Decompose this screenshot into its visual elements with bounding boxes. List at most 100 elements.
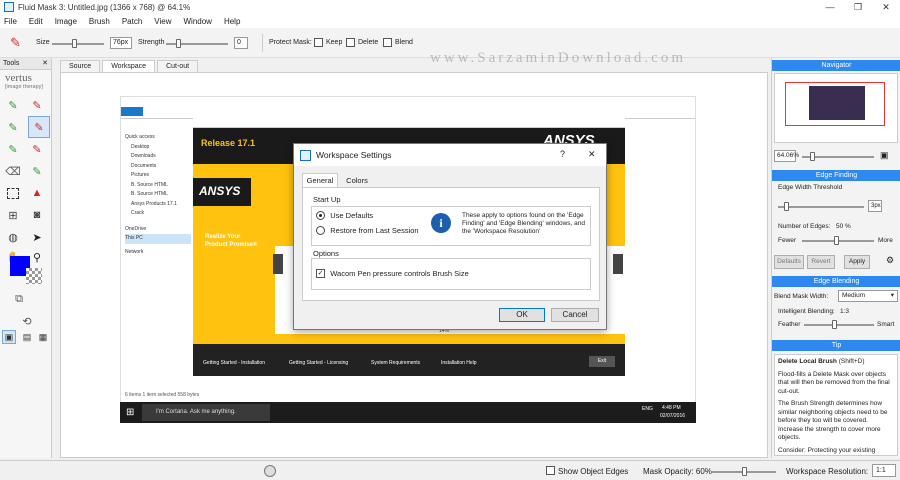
quad-view-icon[interactable]: ▦ — [36, 330, 50, 344]
feather-slider[interactable] — [804, 324, 874, 326]
dialog-help-button[interactable]: ? — [560, 149, 565, 159]
zoom-fit-icon[interactable]: ▣ — [880, 150, 889, 161]
wacom-checkbox[interactable]: ✓ — [316, 269, 325, 279]
blend-checkbox[interactable] — [383, 38, 392, 47]
single-view-icon[interactable]: ▣ — [2, 330, 16, 344]
zoom-slider-knob[interactable] — [810, 152, 815, 161]
menu-window[interactable]: Window — [184, 17, 212, 26]
blend-width-select[interactable]: Medium ▾ — [838, 290, 898, 302]
watermark: www.SarzaminDownload.com — [430, 50, 686, 66]
use-defaults-option[interactable]: Use Defaults — [316, 211, 373, 221]
transparency-swatch[interactable] — [26, 268, 42, 284]
dialog-close-button[interactable]: ✕ — [588, 149, 596, 160]
status-bar: Show Object Edges Mask Opacity: 60% Work… — [0, 460, 900, 480]
tab-cutout[interactable]: Cut-out — [157, 60, 199, 72]
menu-image[interactable]: Image — [55, 17, 77, 26]
delete-exact-brush-icon[interactable]: ✎ — [28, 140, 46, 158]
menu-patch[interactable]: Patch — [122, 17, 142, 26]
tab-workspace[interactable]: Workspace — [102, 60, 156, 72]
eraser-icon[interactable]: ⌫ — [4, 162, 22, 180]
threshold-input[interactable]: 3px — [868, 200, 882, 212]
keep-checkbox[interactable] — [314, 38, 323, 47]
edges-slider-knob[interactable] — [834, 236, 839, 245]
strength-input[interactable]: 0 — [234, 37, 248, 49]
size-slider[interactable] — [52, 43, 104, 45]
use-defaults-radio[interactable] — [316, 211, 325, 221]
restore-radio[interactable] — [316, 226, 325, 236]
keep-brush-icon[interactable]: ✎ — [4, 96, 22, 114]
protect-mask-label: Protect Mask: — [269, 39, 312, 46]
threshold-slider[interactable] — [778, 206, 864, 208]
wacom-option[interactable]: ✓ Wacom Pen pressure controls Brush Size — [316, 269, 469, 279]
patch-icon[interactable]: ⊞ — [4, 206, 22, 224]
app-icon — [4, 2, 14, 12]
lasso-icon[interactable]: ◍ — [4, 228, 22, 246]
explorer-item: Desktop — [131, 143, 150, 150]
ansys-next-arrow — [613, 254, 623, 274]
keep-exact-brush-icon[interactable]: ✎ — [4, 140, 22, 158]
tools-close-icon[interactable]: ✕ — [42, 58, 48, 70]
brush-icon[interactable]: ✎ — [10, 35, 26, 51]
split-view-icon[interactable]: ▤ — [20, 330, 34, 344]
select-rect-icon[interactable] — [4, 184, 22, 202]
zoom-input[interactable]: 64.06% — [774, 150, 799, 162]
blend-brush-icon[interactable]: ✎ — [28, 162, 46, 180]
explorer-item: Documents — [131, 162, 157, 169]
zoom-icon[interactable]: ⚲ — [28, 248, 46, 266]
menu-help[interactable]: Help — [224, 17, 240, 26]
close-button[interactable]: ✕ — [872, 0, 900, 14]
resolution-value: 1:1 — [876, 467, 886, 474]
delete-local-brush-icon[interactable]: ✎ — [28, 116, 50, 138]
navigator-preview[interactable] — [774, 73, 898, 143]
right-panels: Navigator 64.06% ▣ Edge Finding Edge Wid… — [771, 58, 900, 458]
pointer-icon[interactable]: ➤ — [28, 228, 46, 246]
mask-opacity-knob[interactable] — [742, 467, 747, 476]
edge-settings-icon[interactable]: ⚙ — [886, 255, 894, 266]
dialog-tab-general[interactable]: General — [302, 173, 338, 187]
tab-source[interactable]: Source — [60, 60, 101, 72]
strength-slider-knob[interactable] — [176, 39, 181, 48]
cancel-button[interactable]: Cancel — [551, 308, 599, 322]
ansys-link: Getting Started - Licensing — [289, 360, 349, 366]
size-input[interactable]: 76px — [110, 37, 132, 49]
delete-brush-icon[interactable]: ✎ — [28, 96, 46, 114]
defaults-button[interactable]: Defaults — [774, 255, 804, 269]
intelligent-label: Intelligent Blending: — [778, 308, 835, 315]
explorer-item: Pictures — [131, 172, 150, 178]
size-slider-knob[interactable] — [72, 39, 77, 48]
delete-checkbox[interactable] — [346, 38, 355, 47]
resolution-select[interactable]: 1:1 — [872, 464, 896, 477]
menu-edit[interactable]: Edit — [29, 17, 43, 26]
dialog-tab-colors[interactable]: Colors — [340, 174, 374, 187]
camera-icon[interactable]: ◙ — [28, 206, 46, 224]
apply-button[interactable]: Apply — [844, 255, 870, 269]
restore-option[interactable]: Restore from Last Session — [316, 226, 419, 236]
explorer-nav: Quick access Desktop Downloads Documents… — [125, 133, 191, 383]
navigator-viewport[interactable] — [785, 82, 885, 126]
cortana-search: I'm Cortana. Ask me anything. — [142, 404, 270, 421]
fill-icon[interactable]: ▲ — [28, 184, 46, 202]
keep-local-brush-icon[interactable]: ✎ — [4, 118, 22, 136]
size-label: Size — [36, 39, 50, 46]
restore-label: Restore from Last Session — [330, 226, 419, 236]
show-edges-checkbox[interactable] — [546, 466, 555, 475]
menu-file[interactable]: File — [4, 17, 17, 26]
reset-view-icon[interactable]: ⟲ — [18, 312, 36, 330]
minimize-button[interactable]: — — [816, 0, 844, 14]
explorer-status: 6 items 1 item selected 558 bytes — [125, 392, 200, 398]
ansys-logo: ANSYS — [199, 184, 241, 198]
feather-slider-knob[interactable] — [832, 320, 837, 329]
revert-button[interactable]: Revert — [807, 255, 835, 269]
smart-label: Smart — [877, 321, 895, 328]
maximize-button[interactable]: ❐ — [844, 0, 872, 14]
ok-button[interactable]: OK — [499, 308, 545, 322]
record-icon[interactable] — [264, 465, 276, 477]
menu-brush[interactable]: Brush — [89, 17, 110, 26]
tip-content: Delete Local Brush (Shift+D) Flood-fills… — [774, 354, 898, 456]
threshold-slider-knob[interactable] — [784, 202, 789, 211]
menu-view[interactable]: View — [154, 17, 171, 26]
explorer-item: OneDrive — [125, 225, 147, 232]
edge-finding-header: Edge Finding — [772, 170, 900, 181]
view-toggle-icon[interactable]: ⧉ — [10, 290, 28, 308]
fewer-label: Fewer — [778, 237, 797, 244]
